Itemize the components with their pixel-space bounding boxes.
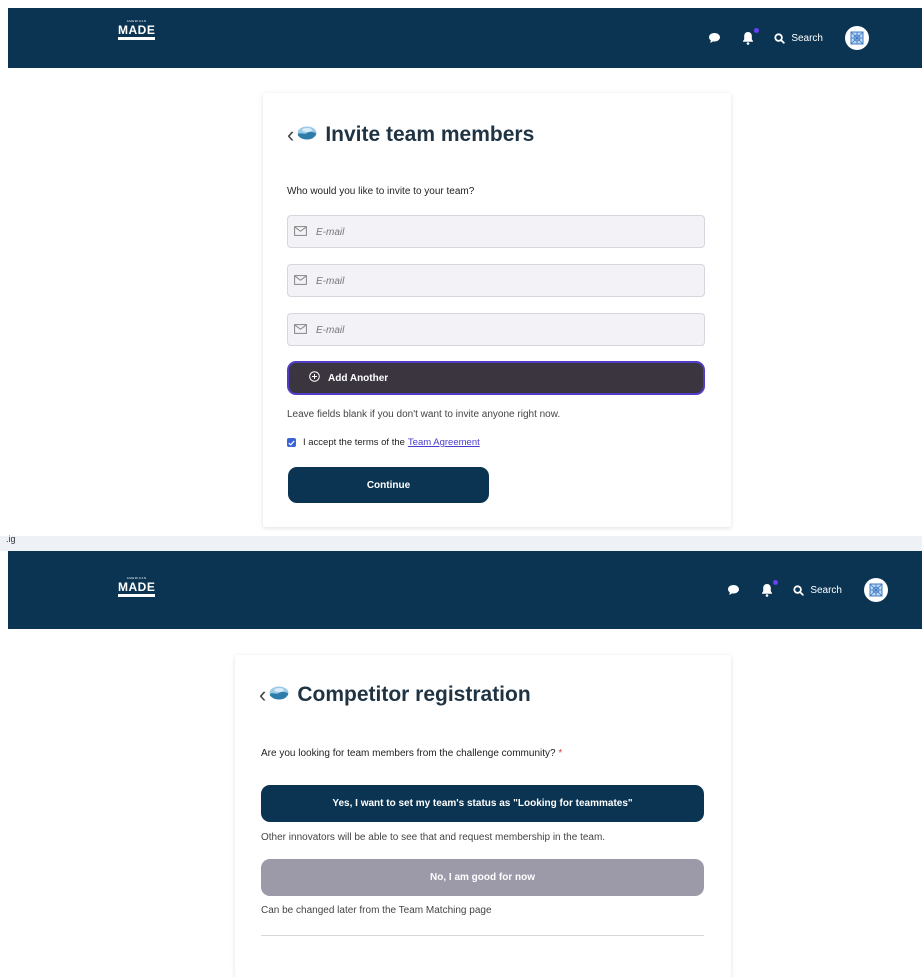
- divider: [261, 935, 704, 936]
- email-field[interactable]: [287, 313, 705, 346]
- mail-icon: [294, 223, 307, 241]
- separator-strip: [0, 536, 922, 551]
- terms-checkbox[interactable]: [287, 438, 296, 447]
- top-nav-bar: AMERICAN MADE Search: [8, 8, 922, 68]
- no-thanks-button[interactable]: No, I am good for now: [261, 859, 704, 896]
- no-option-note: Can be changed later from the Team Match…: [261, 905, 492, 916]
- avatar[interactable]: [845, 26, 869, 50]
- chat-icon[interactable]: [706, 30, 722, 46]
- search-button[interactable]: Search: [793, 585, 842, 596]
- terms-row: I accept the terms of the Team Agreement: [287, 437, 480, 448]
- add-another-button[interactable]: Add Another: [287, 361, 705, 395]
- avatar[interactable]: [864, 578, 888, 602]
- email-input-2[interactable]: [316, 273, 686, 289]
- american-made-logo[interactable]: AMERICAN MADE: [118, 577, 156, 597]
- blank-fields-hint: Leave fields blank if you don't want to …: [287, 409, 561, 420]
- invite-question: Who would you like to invite to your tea…: [287, 186, 475, 197]
- search-icon: [793, 584, 805, 596]
- notification-bell-icon[interactable]: [740, 28, 760, 46]
- search-icon: [774, 32, 786, 44]
- check-icon: [288, 440, 295, 446]
- logo-main-text: MADE: [118, 580, 156, 594]
- challenge-emblem-icon: [269, 686, 289, 705]
- page-title: Invite team members: [325, 123, 535, 146]
- add-another-label: Add Another: [328, 372, 389, 384]
- logo-bar: [118, 594, 156, 597]
- search-button[interactable]: Search: [774, 33, 823, 44]
- team-agreement-link[interactable]: Team Agreement: [408, 437, 480, 448]
- notification-bell-icon[interactable]: [759, 580, 779, 598]
- invite-team-card: ‹ Invite team members Who would you like…: [263, 93, 731, 527]
- logo-main-text: MADE: [118, 23, 156, 37]
- back-arrow-icon[interactable]: ‹: [287, 124, 294, 146]
- notification-dot: [754, 28, 760, 33]
- plus-circle-icon: [309, 371, 320, 385]
- team-members-question: Are you looking for team members from th…: [261, 748, 562, 759]
- notification-dot: [773, 580, 779, 585]
- competitor-registration-card: ‹ Competitor registration Are you lookin…: [235, 655, 731, 977]
- question-text: Are you looking for team members from th…: [261, 748, 556, 759]
- terms-text: I accept the terms of the: [303, 437, 405, 448]
- top-nav-bar: AMERICAN MADE Search: [8, 551, 922, 629]
- mail-icon: [294, 272, 307, 290]
- back-arrow-icon[interactable]: ‹: [259, 684, 266, 706]
- email-input-3[interactable]: [316, 322, 686, 338]
- search-label: Search: [810, 584, 842, 596]
- challenge-emblem-icon: [297, 126, 317, 145]
- continue-button[interactable]: Continue: [288, 467, 489, 503]
- looking-for-teammates-button[interactable]: Yes, I want to set my team's status as "…: [261, 785, 704, 822]
- email-field[interactable]: [287, 264, 705, 297]
- mail-icon: [294, 321, 307, 339]
- american-made-logo[interactable]: AMERICAN MADE: [118, 20, 156, 40]
- email-input-1[interactable]: [316, 224, 686, 240]
- chat-icon[interactable]: [725, 582, 741, 598]
- logo-bar: [118, 37, 156, 40]
- search-label: Search: [791, 32, 823, 44]
- required-mark: *: [558, 748, 563, 759]
- yes-option-note: Other innovators will be able to see tha…: [261, 832, 606, 843]
- page-title: Competitor registration: [297, 683, 531, 706]
- email-field[interactable]: [287, 215, 705, 248]
- strip-text: .ig: [6, 534, 16, 544]
